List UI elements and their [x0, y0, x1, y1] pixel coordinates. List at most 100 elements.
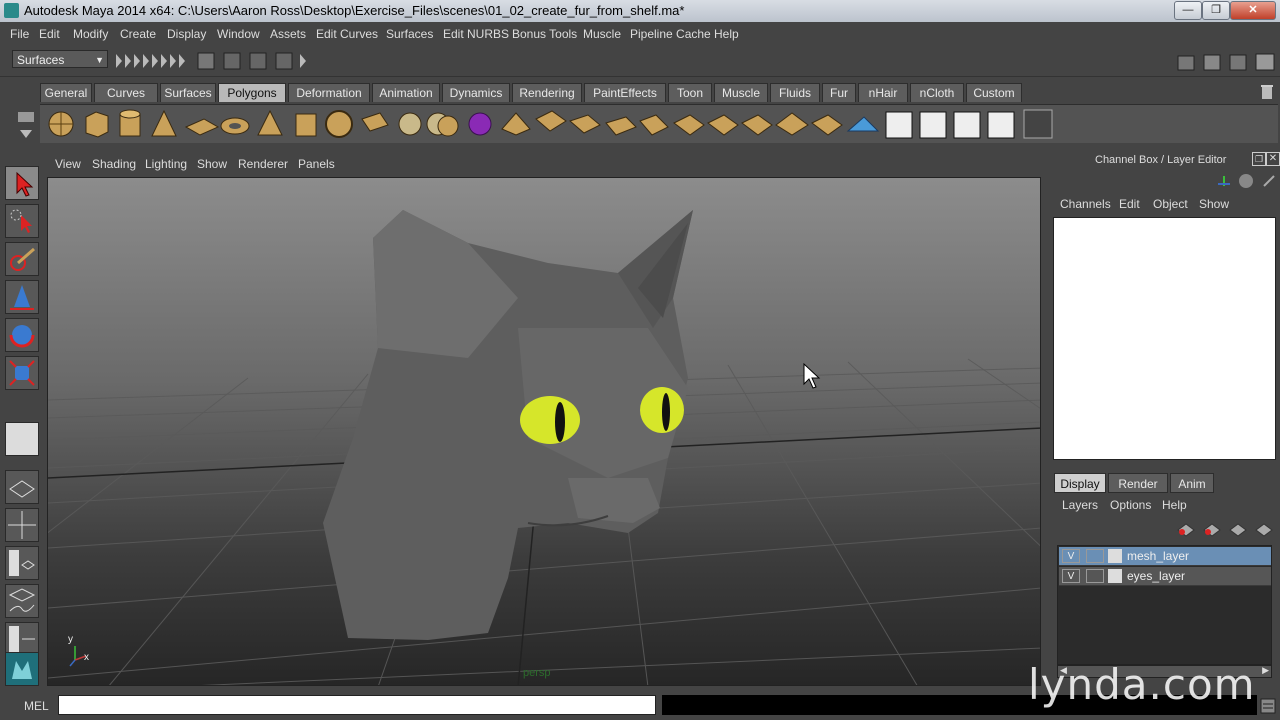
- tab-toon[interactable]: Toon: [668, 83, 712, 102]
- menu-set-value: Surfaces: [17, 53, 65, 67]
- menu-set-selector[interactable]: Surfaces ▼: [12, 50, 108, 68]
- layer-visibility-toggle[interactable]: V: [1062, 569, 1080, 583]
- menu-display[interactable]: Display: [167, 27, 206, 41]
- menu-pipeline-cache[interactable]: Pipeline Cache: [630, 27, 711, 41]
- maximize-button[interactable]: ❐: [1202, 1, 1230, 20]
- layer-editor-toolbar[interactable]: [1174, 520, 1276, 540]
- panel-menu-show[interactable]: Show: [197, 157, 227, 171]
- minimize-button[interactable]: —: [1174, 1, 1202, 20]
- move-tool[interactable]: [5, 280, 39, 314]
- status-line-right-icons[interactable]: [1176, 52, 1276, 72]
- panel-menu-panels[interactable]: Panels: [298, 157, 335, 171]
- scale-tool[interactable]: [5, 356, 39, 390]
- tab-deformation[interactable]: Deformation: [288, 83, 370, 102]
- scroll-right-icon[interactable]: ▶: [1262, 665, 1269, 676]
- tab-render[interactable]: Render: [1108, 473, 1168, 493]
- layer-menu-help[interactable]: Help: [1162, 498, 1187, 512]
- tab-muscle[interactable]: Muscle: [714, 83, 768, 102]
- channel-box-menu-channels[interactable]: Channels: [1060, 197, 1111, 211]
- menu-create[interactable]: Create: [120, 27, 156, 41]
- polygon-shelf-buttons[interactable]: [40, 105, 1278, 143]
- tab-fluids[interactable]: Fluids: [770, 83, 820, 102]
- channel-box-mode-icons[interactable]: [1214, 172, 1278, 190]
- layer-row-eyes[interactable]: V eyes_layer: [1059, 567, 1271, 586]
- trash-icon[interactable]: [1258, 83, 1276, 101]
- camera-label: persp: [523, 667, 551, 679]
- layer-editor-tabs: Display Render Anim: [1054, 473, 1278, 493]
- layer-name[interactable]: mesh_layer: [1127, 549, 1189, 563]
- tab-ncloth[interactable]: nCloth: [910, 83, 964, 102]
- scale-icon: [9, 360, 35, 386]
- window-title: Autodesk Maya 2014 x64: C:\Users\Aaron R…: [24, 3, 685, 18]
- menu-bonus-tools[interactable]: Bonus Tools: [512, 27, 577, 41]
- lasso-tool[interactable]: [5, 204, 39, 238]
- layer-playback-toggle[interactable]: [1086, 569, 1104, 583]
- tab-animation[interactable]: Animation: [372, 83, 440, 102]
- layer-color-swatch[interactable]: [1108, 549, 1122, 563]
- panel-menu-lighting[interactable]: Lighting: [145, 157, 187, 171]
- panel-menu-renderer[interactable]: Renderer: [238, 157, 288, 171]
- layout-outliner-persp[interactable]: [5, 546, 39, 580]
- tab-polygons[interactable]: Polygons: [218, 83, 286, 102]
- script-language-toggle[interactable]: MEL: [24, 699, 49, 713]
- four-pane-icon: [8, 511, 36, 539]
- close-button[interactable]: ✕: [1230, 1, 1276, 20]
- mel-command-input[interactable]: [58, 695, 656, 715]
- menu-assets[interactable]: Assets: [270, 27, 306, 41]
- channel-box-area[interactable]: [1053, 217, 1276, 460]
- layer-playback-toggle[interactable]: [1086, 549, 1104, 563]
- paint-select-tool[interactable]: [5, 242, 39, 276]
- tab-nhair[interactable]: nHair: [858, 83, 908, 102]
- status-line-tool-icons[interactable]: [114, 52, 310, 70]
- layout-hypershade-persp[interactable]: [5, 622, 39, 656]
- shelf-options-icon[interactable]: [14, 82, 38, 142]
- layout-four-pane[interactable]: [5, 508, 39, 542]
- menu-window[interactable]: Window: [217, 27, 260, 41]
- layer-visibility-toggle[interactable]: V: [1062, 549, 1080, 563]
- layer-color-swatch[interactable]: [1108, 569, 1122, 583]
- tab-curves[interactable]: Curves: [94, 83, 158, 102]
- tab-rendering[interactable]: Rendering: [512, 83, 582, 102]
- grid-layout-icon: [9, 480, 35, 498]
- layer-menu-layers[interactable]: Layers: [1062, 498, 1098, 512]
- script-editor-icon[interactable]: [1260, 698, 1276, 714]
- tab-display[interactable]: Display: [1054, 473, 1106, 493]
- panel-menu-view[interactable]: View: [55, 157, 81, 171]
- title-bar: Autodesk Maya 2014 x64: C:\Users\Aaron R…: [0, 0, 1280, 22]
- close-icon[interactable]: ✕: [1266, 152, 1280, 166]
- menu-edit[interactable]: Edit: [39, 27, 60, 41]
- panel-menu-shading[interactable]: Shading: [92, 157, 136, 171]
- tab-surfaces[interactable]: Surfaces: [160, 83, 216, 102]
- layer-name[interactable]: eyes_layer: [1127, 569, 1185, 583]
- float-icon[interactable]: ❐: [1252, 152, 1266, 166]
- tab-custom[interactable]: Custom: [966, 83, 1022, 102]
- channel-box-menu-edit[interactable]: Edit: [1119, 197, 1140, 211]
- menu-muscle[interactable]: Muscle: [583, 27, 621, 41]
- tab-fur[interactable]: Fur: [822, 83, 856, 102]
- maya-logo: [5, 652, 39, 686]
- tab-general[interactable]: General: [40, 83, 92, 102]
- last-tool-slot[interactable]: [5, 422, 39, 456]
- select-tool[interactable]: [5, 166, 39, 200]
- maya-app-icon: [4, 3, 19, 18]
- channel-box-menu-show[interactable]: Show: [1199, 197, 1229, 211]
- layer-menu-options[interactable]: Options: [1110, 498, 1151, 512]
- tab-painteffects[interactable]: PaintEffects: [584, 83, 666, 102]
- menu-file[interactable]: File: [10, 27, 29, 41]
- brush-icon: [10, 247, 35, 271]
- menu-edit-nurbs[interactable]: Edit NURBS: [443, 27, 509, 41]
- layout-single-pane[interactable]: [5, 470, 39, 504]
- channel-box-menu-object[interactable]: Object: [1153, 197, 1188, 211]
- menu-modify[interactable]: Modify: [73, 27, 108, 41]
- layer-list: V mesh_layer V eyes_layer: [1057, 545, 1272, 665]
- tab-dynamics[interactable]: Dynamics: [442, 83, 510, 102]
- perspective-viewport[interactable]: y x persp: [47, 177, 1041, 686]
- layout-graph-persp[interactable]: [5, 584, 39, 618]
- menu-edit-curves[interactable]: Edit Curves: [316, 27, 378, 41]
- tab-anim[interactable]: Anim: [1170, 473, 1214, 493]
- layer-row-mesh[interactable]: V mesh_layer: [1059, 547, 1271, 566]
- channel-box-menu: Channels Edit Object Show: [1052, 196, 1280, 216]
- rotate-tool[interactable]: [5, 318, 39, 352]
- menu-help[interactable]: Help: [714, 27, 739, 41]
- menu-surfaces[interactable]: Surfaces: [386, 27, 433, 41]
